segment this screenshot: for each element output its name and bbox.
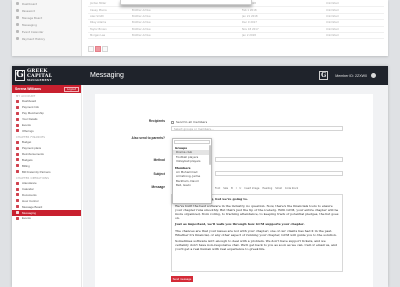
- table-row: Morgan Lee Brother Active Jan 2 2018 Unlimi…: [88, 33, 384, 40]
- subject-label: Subject: [153, 172, 165, 176]
- gear-icon: [16, 129, 19, 133]
- page-title: Messaging: [90, 72, 124, 79]
- check-icon: [16, 181, 19, 185]
- calendar-icon: [16, 123, 19, 127]
- send-all-checkbox[interactable]: [171, 120, 174, 124]
- toolbar-italic[interactable]: I: [236, 187, 237, 190]
- method-select[interactable]: [215, 157, 343, 162]
- also-send-parents-label: Also send to parents?: [131, 136, 165, 140]
- background-modal-edge: [120, 0, 252, 5]
- dropdown-option[interactable]: Bell, Gavin: [173, 183, 211, 188]
- sidebar: Serena Williams Logout MY ACCOUNT Dashbo…: [12, 85, 82, 287]
- chart-icon: [16, 140, 19, 144]
- background-sidebar: Dashboard Password Manage Board Messagin…: [12, 0, 82, 56]
- top-bar: G GREEK CAPITAL MANAGEMENT Messaging G M…: [12, 66, 388, 85]
- chapter-logo-icon[interactable]: G: [319, 71, 329, 80]
- toolbar-font[interactable]: Font: [215, 187, 220, 190]
- dashboard-icon: [16, 99, 19, 103]
- main-content: Recipients Send to all members Select gr…: [83, 85, 388, 287]
- menu-icon: [16, 16, 19, 20]
- background-sidebar-item: Manage Board: [12, 15, 81, 22]
- logout-button[interactable]: Logout: [64, 86, 79, 92]
- document-icon: [16, 193, 19, 197]
- dollar-icon: [16, 111, 19, 115]
- send-all-row[interactable]: Send to all members: [171, 120, 207, 124]
- user-icon: [16, 117, 19, 121]
- invoice-icon: [16, 164, 19, 168]
- message-paragraph: Sometimes software isn't enough to deal …: [175, 239, 337, 251]
- board-icon: [16, 205, 19, 209]
- toolbar-insert-image[interactable]: Insert image: [244, 187, 259, 190]
- user-bar: Serena Williams Logout: [12, 85, 81, 93]
- message-editor[interactable]: We don't want to brag, but we're going t…: [171, 194, 343, 272]
- dropdown-scrollbar[interactable]: [208, 145, 211, 165]
- menu-icon: [16, 30, 19, 34]
- background-table: Jordan MillerBrother ActiveJan 4 2018Unl…: [88, 1, 384, 40]
- toolbar-underline[interactable]: U: [240, 187, 242, 190]
- logo-text: GREEK CAPITAL MANAGEMENT: [27, 68, 53, 82]
- toolbar-bold[interactable]: B: [231, 187, 233, 190]
- background-window: Dashboard Password Manage Board Messagin…: [12, 0, 388, 56]
- method-label: Method: [153, 158, 165, 162]
- background-sidebar-item: Dashboard: [12, 1, 81, 8]
- user-name: Serena Williams: [15, 87, 41, 91]
- list-icon: [16, 146, 19, 150]
- menu-icon: [16, 9, 19, 13]
- sidebar-item-events-ops[interactable]: Events: [12, 216, 81, 222]
- message-label: Message: [151, 185, 165, 189]
- member-id: Member ID: 2ZXW0: [335, 73, 367, 78]
- menu-icon: [16, 2, 19, 6]
- pagination: [88, 46, 108, 52]
- card-icon: [16, 105, 19, 109]
- background-sidebar-item: Payment History: [12, 36, 81, 43]
- background-sidebar-item: Password: [12, 8, 81, 15]
- page-button-active[interactable]: [95, 46, 101, 52]
- recipients-dropdown[interactable]: Groups Drama club Football players Volle…: [172, 138, 212, 204]
- menu-icon: [16, 37, 19, 41]
- toolbar-code-block[interactable]: Code block: [285, 187, 298, 190]
- clock-icon: [16, 199, 19, 203]
- dropdown-search-input[interactable]: [174, 140, 210, 144]
- subject-input[interactable]: [215, 171, 343, 176]
- background-sidebar-item: Event Calendar: [12, 29, 81, 36]
- toolbar-heading[interactable]: Heading: [262, 187, 272, 190]
- user-menu-icon[interactable]: [371, 73, 376, 78]
- page-button[interactable]: [102, 46, 108, 52]
- top-right-area: G Member ID: 2ZXW0: [319, 66, 376, 85]
- recipients-label: Recipients: [148, 119, 165, 123]
- wallet-icon: [16, 158, 19, 162]
- logo[interactable]: G GREEK CAPITAL MANAGEMENT: [12, 66, 82, 85]
- screenshot: Dashboard Password Manage Board Messagin…: [0, 0, 400, 287]
- messaging-panel: Recipients Send to all members Select gr…: [95, 94, 373, 287]
- send-message-button[interactable]: Send message: [171, 276, 193, 282]
- message-paragraph: We've built the best software in the ind…: [175, 203, 339, 220]
- handshake-icon: [16, 170, 19, 174]
- calendar-icon: [16, 187, 19, 191]
- logo-mark: G: [15, 70, 25, 81]
- recipients-select[interactable]: Select groups or members...: [171, 126, 343, 131]
- message-paragraph: The chances are that your issues are not…: [175, 228, 337, 237]
- dropdown-option[interactable]: Volleyball players: [173, 159, 211, 164]
- message-paragraph: Just as important, we'll walk you throug…: [175, 222, 305, 226]
- page-button[interactable]: [88, 46, 94, 52]
- background-sidebar-item: Messaging: [12, 22, 81, 29]
- toolbar-size[interactable]: Size: [223, 187, 228, 190]
- app-window: G GREEK CAPITAL MANAGEMENT Messaging G M…: [12, 66, 388, 287]
- toolbar-small[interactable]: Small: [275, 187, 282, 190]
- menu-icon: [16, 23, 19, 27]
- receipt-icon: [16, 152, 19, 156]
- envelope-icon: [16, 211, 19, 215]
- send-all-label: Send to all members: [176, 120, 208, 124]
- star-icon: [16, 216, 19, 220]
